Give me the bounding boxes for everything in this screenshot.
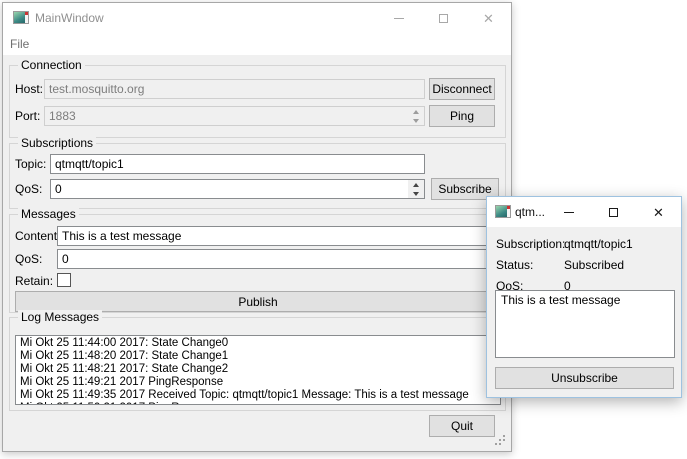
- menu-file[interactable]: File: [3, 33, 36, 55]
- status-label: Status:: [496, 258, 533, 272]
- dialog-titlebar[interactable]: qtm... ✕: [487, 197, 681, 227]
- app-icon: [13, 11, 29, 24]
- maximize-button[interactable]: [421, 3, 466, 33]
- log-line: Mi Okt 25 11:49:35 2017 Received Topic: …: [20, 389, 496, 402]
- dialog-message-textarea[interactable]: This is a test message: [495, 290, 675, 358]
- sub-qos-spin-arrows[interactable]: [408, 180, 424, 198]
- main-titlebar[interactable]: MainWindow ✕: [3, 3, 511, 33]
- messages-group-title: Messages: [18, 207, 79, 221]
- messages-group: Messages Content: QoS: Retain: Publish: [9, 214, 506, 313]
- log-listbox[interactable]: Mi Okt 25 11:44:00 2017: State Change0 M…: [15, 335, 501, 405]
- minimize-button[interactable]: [376, 3, 421, 33]
- spin-up-icon: [413, 183, 419, 187]
- msg-qos-label: QoS:: [15, 252, 42, 266]
- close-icon: ✕: [653, 206, 664, 219]
- maximize-icon: [609, 208, 618, 217]
- port-spinbox: [44, 106, 425, 126]
- disconnect-button[interactable]: Disconnect: [429, 78, 495, 100]
- log-line: Mi Okt 25 11:48:20 2017: State Change1: [20, 350, 496, 363]
- quit-button[interactable]: Quit: [429, 415, 495, 437]
- connection-group-title: Connection: [18, 58, 85, 72]
- main-client-area: Connection Host: Disconnect Port: Ping S…: [3, 55, 511, 451]
- host-input: [44, 79, 425, 99]
- connection-group: Connection Host: Disconnect Port: Ping: [9, 65, 506, 138]
- close-icon: ✕: [483, 12, 494, 25]
- port-input: [44, 106, 425, 126]
- subscriptions-group-title: Subscriptions: [18, 136, 96, 150]
- main-window-title: MainWindow: [35, 3, 104, 33]
- subscription-value: qtmqtt/topic1: [564, 237, 633, 251]
- spin-down-icon: [413, 192, 419, 196]
- host-label: Host:: [15, 82, 43, 96]
- unsubscribe-button[interactable]: Unsubscribe: [495, 367, 674, 389]
- minimize-icon: [394, 18, 404, 19]
- msg-qos-input[interactable]: [57, 249, 501, 269]
- status-value: Subscribed: [564, 258, 624, 272]
- content-label: Content:: [15, 229, 60, 243]
- close-button[interactable]: ✕: [466, 3, 511, 33]
- dialog-maximize-button[interactable]: [591, 197, 636, 227]
- log-group-title: Log Messages: [18, 310, 102, 324]
- menubar: File: [3, 33, 511, 55]
- sub-qos-input[interactable]: [50, 179, 425, 199]
- topic-label: Topic:: [15, 157, 46, 171]
- main-window: MainWindow ✕ File Connection Host: Disco…: [2, 2, 512, 452]
- msg-qos-spinbox: [57, 249, 501, 269]
- dialog-close-button[interactable]: ✕: [636, 197, 681, 227]
- port-label: Port:: [15, 109, 40, 123]
- sub-qos-label: QoS:: [15, 182, 42, 196]
- publish-button[interactable]: Publish: [15, 291, 501, 312]
- port-spin-arrows[interactable]: [408, 107, 424, 125]
- topic-input[interactable]: [50, 154, 425, 174]
- retain-checkbox[interactable]: [57, 273, 71, 287]
- ping-button[interactable]: Ping: [429, 105, 495, 127]
- log-group: Log Messages Mi Okt 25 11:44:00 2017: St…: [9, 317, 506, 411]
- subscription-dialog: qtm... ✕ Subscription: qtmqtt/topic1 Sta…: [486, 196, 682, 398]
- spin-up-icon: [413, 110, 419, 114]
- maximize-icon: [439, 14, 448, 23]
- minimize-icon: [564, 212, 574, 213]
- retain-label: Retain:: [15, 274, 53, 288]
- sub-qos-spinbox: [50, 179, 425, 199]
- dialog-minimize-button[interactable]: [546, 197, 591, 227]
- subscriptions-group: Subscriptions Topic: QoS: Subscribe: [9, 143, 506, 209]
- spin-down-icon: [413, 119, 419, 123]
- log-line: Mi Okt 25 11:50:21 2017 PingResponse: [20, 402, 496, 405]
- content-input[interactable]: [57, 226, 501, 246]
- dialog-title: qtm...: [515, 197, 545, 227]
- app-icon: [495, 205, 511, 218]
- log-line: Mi Okt 25 11:49:21 2017 PingResponse: [20, 376, 496, 389]
- log-line: Mi Okt 25 11:44:00 2017: State Change0: [20, 337, 496, 350]
- log-line: Mi Okt 25 11:48:21 2017: State Change2: [20, 363, 496, 376]
- resize-grip[interactable]: [503, 443, 505, 445]
- subscription-label: Subscription:: [496, 237, 565, 251]
